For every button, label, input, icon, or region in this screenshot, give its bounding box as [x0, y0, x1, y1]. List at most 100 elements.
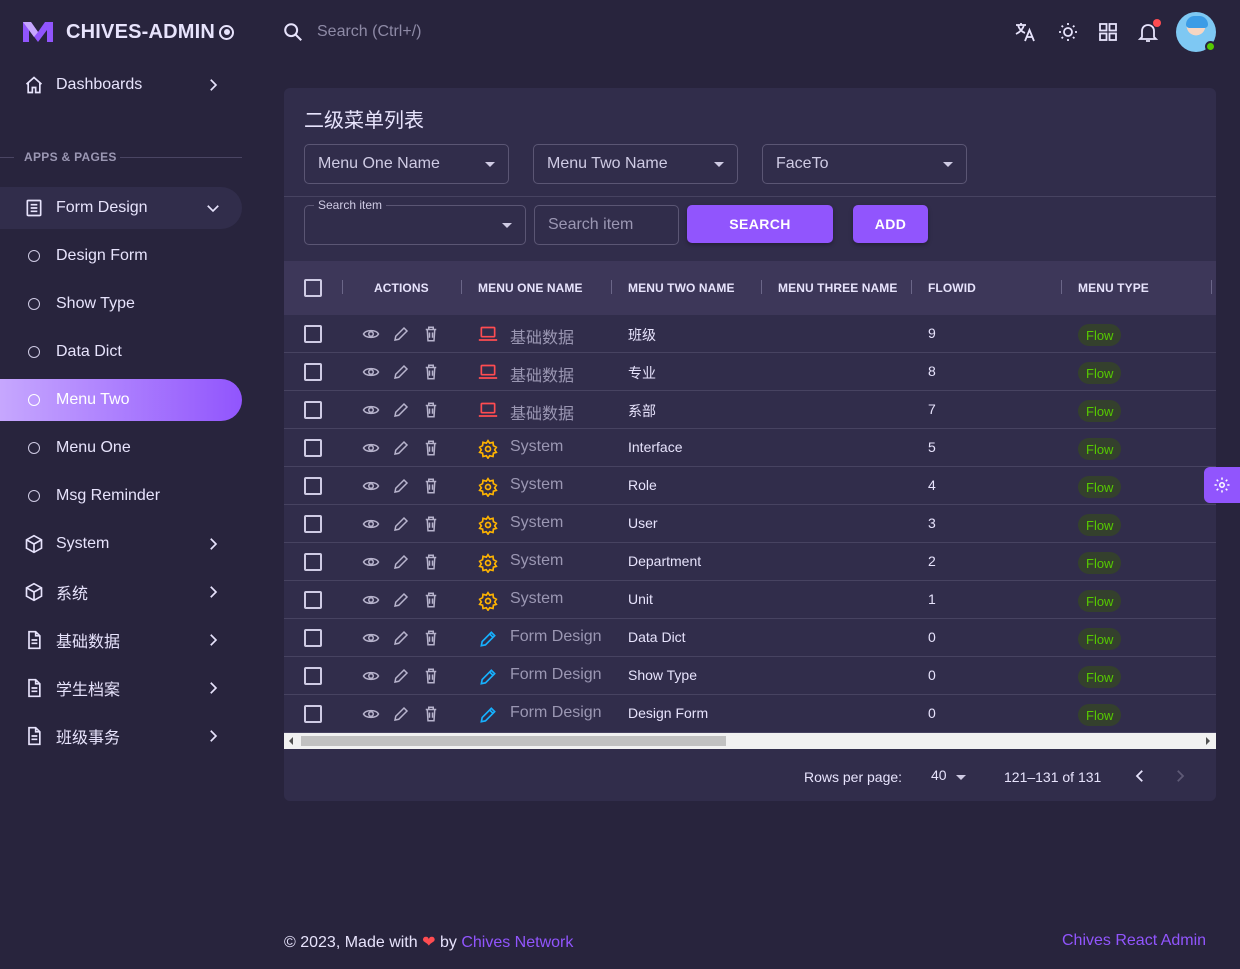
view-eye-icon[interactable] [362, 439, 380, 457]
edit-pencil-icon[interactable] [392, 629, 410, 647]
nav-class-affairs[interactable]: 班级事务 [0, 715, 242, 757]
delete-trash-icon[interactable] [422, 325, 440, 343]
column-menu-three-name[interactable]: MENU THREE NAME [778, 281, 898, 295]
horizontal-scrollbar[interactable] [284, 733, 1216, 749]
row-checkbox[interactable] [304, 477, 322, 495]
row-checkbox[interactable] [304, 363, 322, 381]
view-eye-icon[interactable] [362, 477, 380, 495]
prev-page-button[interactable] [1131, 767, 1149, 785]
column-separator[interactable] [1061, 280, 1062, 294]
table-row[interactable]: 基础数据 班级 9 Flow [284, 315, 1216, 353]
table-row[interactable]: 基础数据 系部 7 Flow [284, 391, 1216, 429]
view-eye-icon[interactable] [362, 667, 380, 685]
nav-form-design[interactable]: Form Design [0, 187, 242, 229]
radio-circle-icon[interactable] [219, 24, 235, 40]
column-separator[interactable] [1211, 280, 1212, 294]
view-eye-icon[interactable] [362, 553, 380, 571]
nav-design-form[interactable]: Design Form [0, 235, 242, 277]
table-row[interactable]: Form Design Show Type 0 Flow [284, 657, 1216, 695]
row-checkbox[interactable] [304, 705, 322, 723]
table-row[interactable]: System Role 4 Flow [284, 467, 1216, 505]
delete-trash-icon[interactable] [422, 363, 440, 381]
table-row[interactable]: System Department 2 Flow [284, 543, 1216, 581]
row-checkbox[interactable] [304, 401, 322, 419]
table-row[interactable]: System Unit 1 Flow [284, 581, 1216, 619]
nav-basic-data[interactable]: 基础数据 [0, 619, 242, 661]
delete-trash-icon[interactable] [422, 553, 440, 571]
menu-one-select[interactable]: Menu One Name [304, 144, 509, 184]
delete-trash-icon[interactable] [422, 667, 440, 685]
view-eye-icon[interactable] [362, 705, 380, 723]
table-row[interactable]: Form Design Design Form 0 Flow [284, 695, 1216, 733]
nav-menu-one[interactable]: Menu One [0, 427, 242, 469]
search-button[interactable]: SEARCH [687, 205, 833, 243]
table-row[interactable]: 基础数据 专业 8 Flow [284, 353, 1216, 391]
view-eye-icon[interactable] [362, 401, 380, 419]
table-row[interactable]: System User 3 Flow [284, 505, 1216, 543]
translate-icon[interactable] [1013, 20, 1037, 44]
row-checkbox[interactable] [304, 667, 322, 685]
delete-trash-icon[interactable] [422, 439, 440, 457]
delete-trash-icon[interactable] [422, 591, 440, 609]
column-menu-two-name[interactable]: MENU TWO NAME [628, 281, 735, 295]
add-button[interactable]: ADD [853, 205, 928, 243]
view-eye-icon[interactable] [362, 363, 380, 381]
next-page-button[interactable] [1171, 767, 1189, 785]
column-separator[interactable] [461, 280, 462, 294]
customizer-button[interactable] [1204, 467, 1240, 503]
edit-pencil-icon[interactable] [392, 553, 410, 571]
row-checkbox[interactable] [304, 325, 322, 343]
nav-msg-reminder[interactable]: Msg Reminder [0, 475, 242, 517]
apps-grid-icon[interactable] [1096, 20, 1120, 44]
view-eye-icon[interactable] [362, 515, 380, 533]
column-menu-type[interactable]: MENU TYPE [1078, 281, 1149, 295]
row-checkbox[interactable] [304, 439, 322, 457]
row-checkbox[interactable] [304, 515, 322, 533]
nav-system[interactable]: System [0, 523, 242, 565]
search-icon[interactable] [282, 21, 304, 43]
caret-down-icon[interactable] [956, 775, 966, 780]
rows-per-page-select[interactable]: 40 [931, 767, 947, 783]
nav-system-cn[interactable]: 系统 [0, 571, 242, 613]
scroll-right-arrow-icon[interactable] [1206, 737, 1210, 745]
delete-trash-icon[interactable] [422, 477, 440, 495]
footer-brand-link[interactable]: Chives React Admin [1062, 932, 1206, 950]
global-search[interactable]: Search (Ctrl+/) [317, 23, 421, 41]
view-eye-icon[interactable] [362, 591, 380, 609]
table-row[interactable]: Form Design Data Dict 0 Flow [284, 619, 1216, 657]
edit-pencil-icon[interactable] [392, 591, 410, 609]
view-eye-icon[interactable] [362, 629, 380, 647]
nav-data-dict[interactable]: Data Dict [0, 331, 242, 373]
nav-dashboards[interactable]: Dashboards [0, 64, 242, 106]
column-menu-one-name[interactable]: MENU ONE NAME [478, 281, 583, 295]
edit-pencil-icon[interactable] [392, 705, 410, 723]
footer-network-link[interactable]: Chives Network [461, 934, 573, 951]
row-checkbox[interactable] [304, 591, 322, 609]
delete-trash-icon[interactable] [422, 401, 440, 419]
edit-pencil-icon[interactable] [392, 515, 410, 533]
column-separator[interactable] [342, 280, 343, 294]
column-flowid[interactable]: FLOWID [928, 281, 976, 295]
row-checkbox[interactable] [304, 553, 322, 571]
edit-pencil-icon[interactable] [392, 363, 410, 381]
edit-pencil-icon[interactable] [392, 477, 410, 495]
delete-trash-icon[interactable] [422, 515, 440, 533]
view-eye-icon[interactable] [362, 325, 380, 343]
column-separator[interactable] [761, 280, 762, 294]
table-row[interactable]: System Interface 5 Flow [284, 429, 1216, 467]
nav-student-files[interactable]: 学生档案 [0, 667, 242, 709]
faceto-select[interactable]: FaceTo [762, 144, 967, 184]
sun-icon[interactable] [1056, 20, 1080, 44]
column-separator[interactable] [911, 280, 912, 294]
row-checkbox[interactable] [304, 629, 322, 647]
delete-trash-icon[interactable] [422, 705, 440, 723]
edit-pencil-icon[interactable] [392, 439, 410, 457]
nav-show-type[interactable]: Show Type [0, 283, 242, 325]
menu-two-select[interactable]: Menu Two Name [533, 144, 738, 184]
edit-pencil-icon[interactable] [392, 667, 410, 685]
delete-trash-icon[interactable] [422, 629, 440, 647]
app-logo[interactable]: CHIVES-ADMIN [22, 18, 235, 46]
search-input[interactable]: Search item [534, 205, 679, 245]
scrollbar-thumb[interactable] [301, 736, 726, 746]
nav-menu-two[interactable]: Menu Two [0, 379, 242, 421]
